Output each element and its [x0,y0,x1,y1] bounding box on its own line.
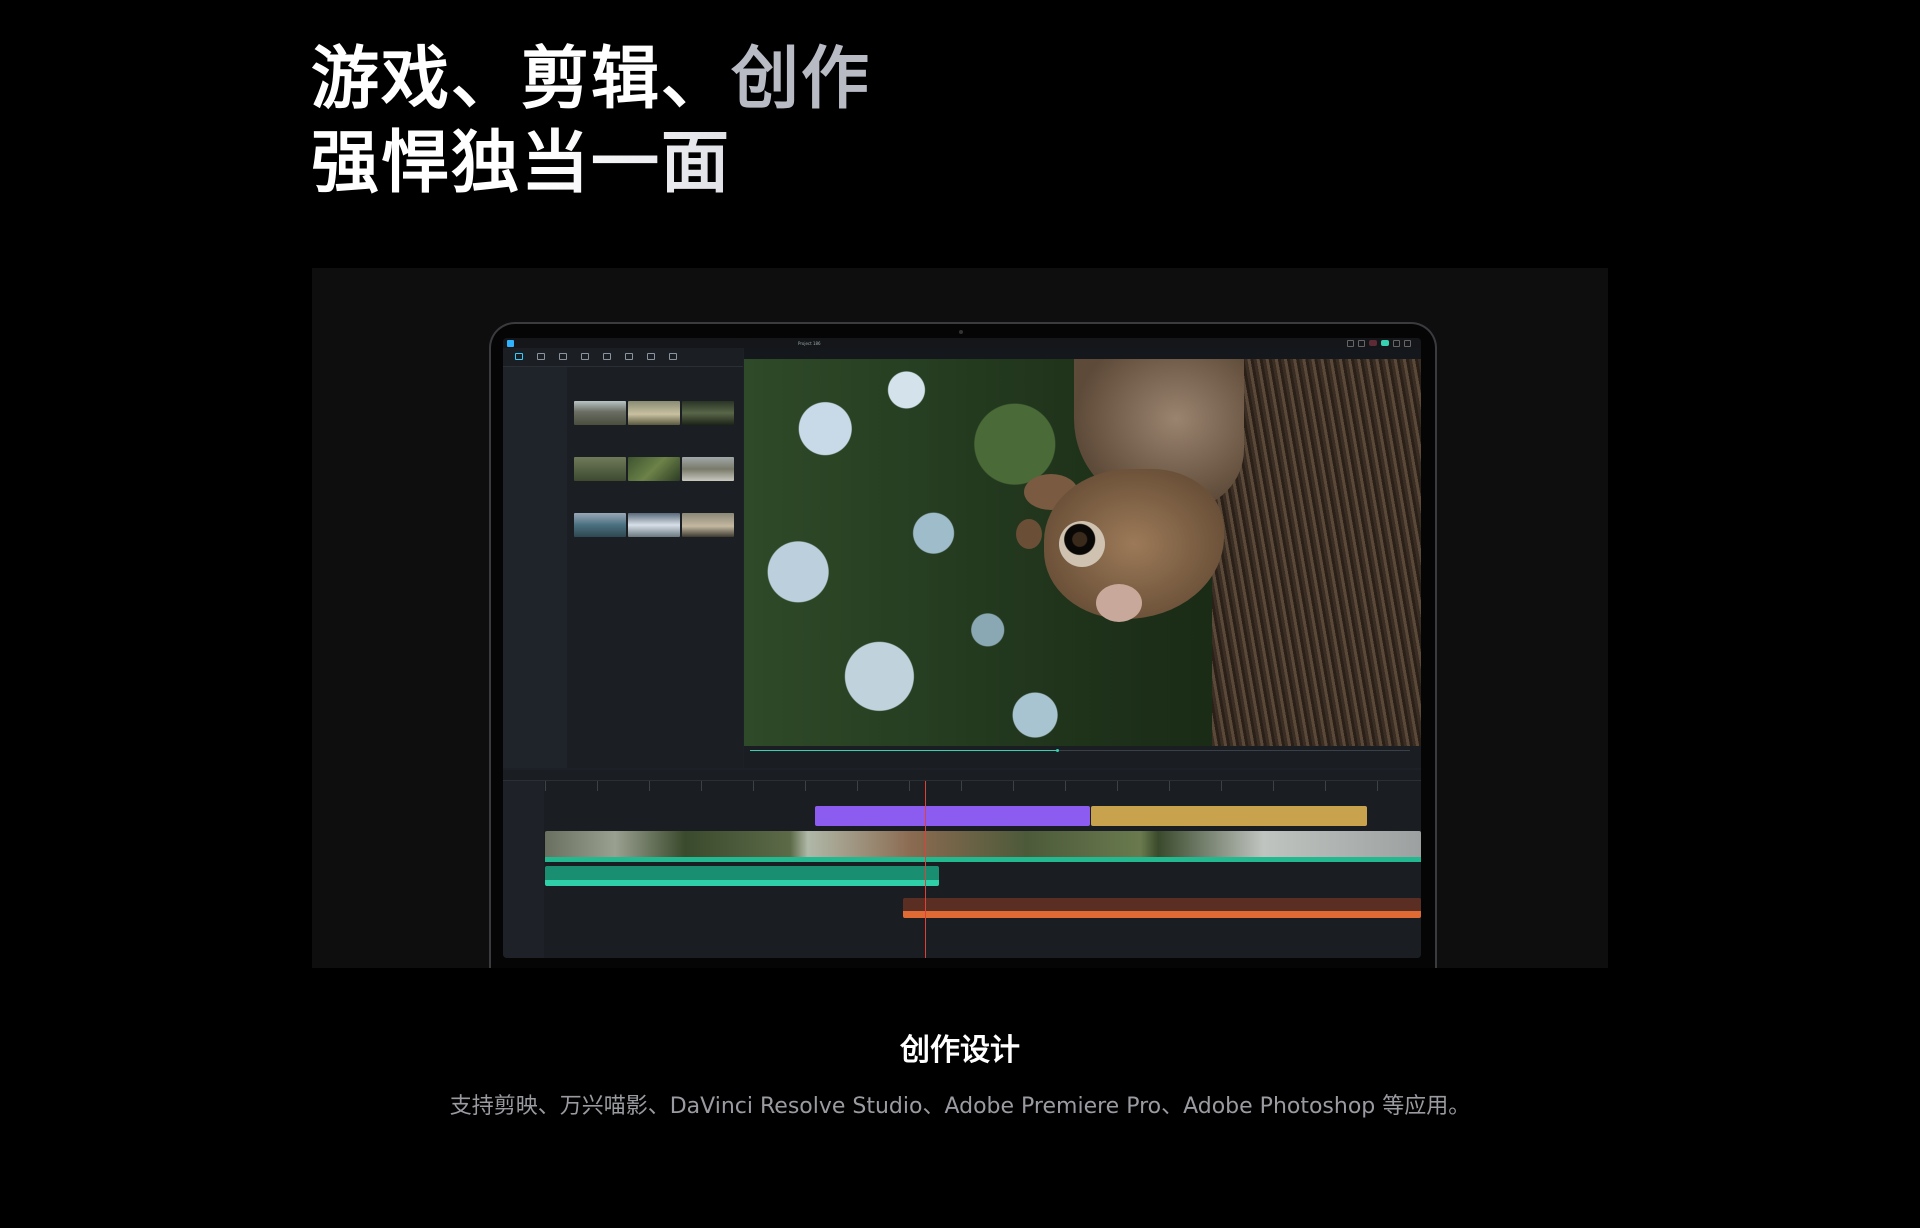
audio-tab-icon[interactable] [555,353,570,361]
timeline-toolbar [503,770,1421,781]
timeline-panel [503,770,1421,958]
timeline-ruler[interactable] [545,781,1421,791]
headline-gray-text: 创作 [731,40,872,119]
library-tab-icon[interactable] [533,353,548,361]
asset-toolbar [503,348,743,367]
text-tab-icon[interactable] [577,353,592,361]
preview-frame-squirrel[interactable] [744,359,1421,746]
video-audio-bar [545,857,1421,862]
squirrel-eye [1059,521,1105,567]
export-button[interactable] [1381,340,1389,346]
headline-line-1: 游戏、剪辑、创作 [311,38,871,122]
camera-dot [959,330,963,334]
effects-tab-icon[interactable] [621,353,636,361]
effect-clip-gold[interactable] [1091,806,1367,826]
headline: 游戏、剪辑、创作 强悍独当一面 [311,38,871,206]
editor-menubar: Project 186 [503,338,1421,348]
laptop-frame: Project 186 [489,322,1437,968]
layout-icon[interactable] [1358,339,1365,347]
timeline-playhead[interactable] [925,781,926,958]
headline-line-2: 强悍独当一面 [311,122,871,206]
player-controls [744,746,1421,768]
media-thumbnail[interactable] [682,401,734,425]
product-showcase: Project 186 [312,268,1608,968]
audio-clip-orange[interactable] [903,898,1421,918]
project-title: Project 186 [798,340,821,346]
record-badge[interactable] [1369,340,1377,346]
player-header [744,348,1421,358]
media-thumbnail[interactable] [628,513,680,537]
track-headers [503,781,544,958]
media-tab-icon[interactable] [511,353,526,361]
media-sidebar [503,367,567,768]
menubar-controls [1347,339,1411,347]
transition-tab-icon[interactable] [599,353,614,361]
squirrel-nose [1096,584,1142,622]
section-description: 支持剪映、万兴喵影、DaVinci Resolve Studio、Adobe P… [449,1094,1471,1119]
clip-grid [569,377,743,537]
sidebar-item-folder[interactable] [503,373,567,379]
app-logo-icon [507,339,514,347]
headline-white-text: 游戏、剪辑、 [311,40,732,119]
audio-clip-teal[interactable] [545,866,939,886]
templates-tab-icon[interactable] [665,353,680,361]
media-thumbnail[interactable] [574,401,626,425]
media-thumbnail[interactable] [574,513,626,537]
preview-player [744,348,1421,768]
stickers-tab-icon[interactable] [643,353,658,361]
media-thumbnail[interactable] [682,457,734,481]
playback-scrubber[interactable] [750,749,1410,752]
video-editor-screen: Project 186 [503,338,1421,958]
media-thumbnail[interactable] [628,401,680,425]
squirrel-ear-front [1016,519,1042,549]
media-panel [503,348,743,768]
section-title: 创作设计 [900,1033,1020,1068]
media-thumbnail[interactable] [628,457,680,481]
title-clip-purple[interactable] [815,806,1090,826]
media-thumbnail[interactable] [574,457,626,481]
window-icon[interactable] [1347,339,1354,347]
minimize-icon[interactable] [1393,339,1400,347]
media-library [569,367,743,768]
media-thumbnail[interactable] [682,513,734,537]
close-icon[interactable] [1404,339,1411,347]
